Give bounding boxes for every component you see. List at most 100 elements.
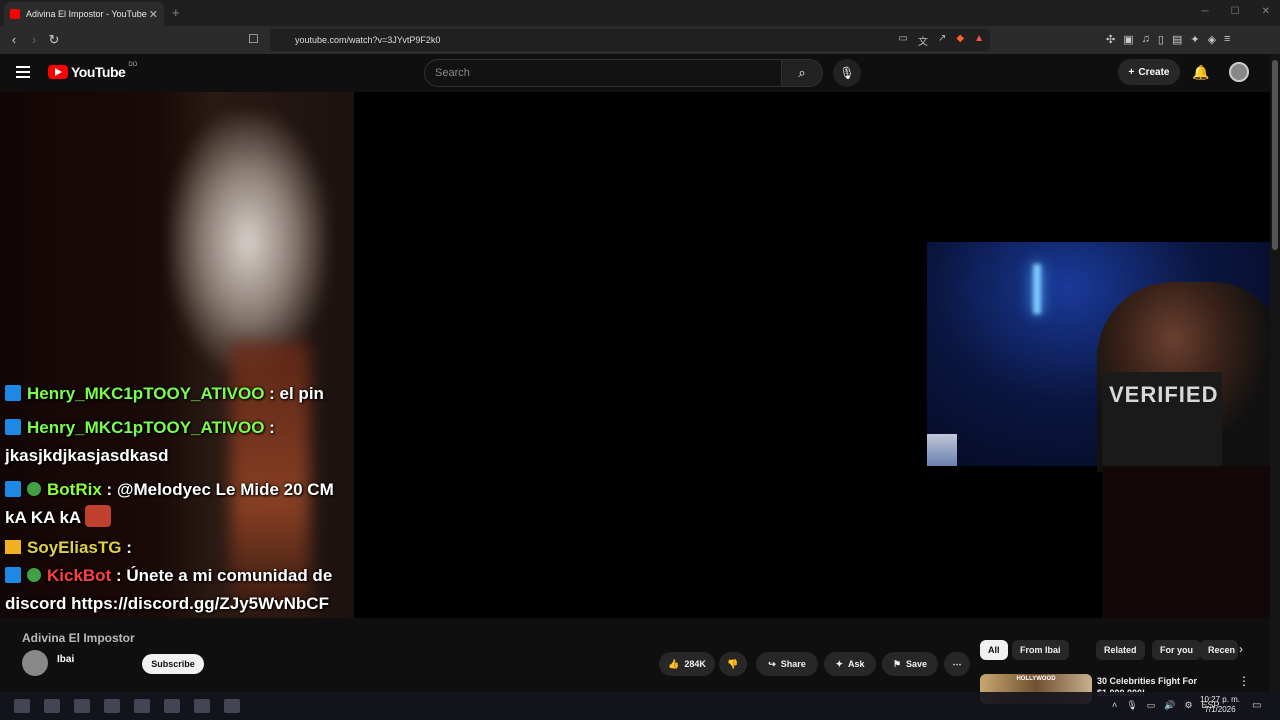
shield-icon[interactable]: ◆ [956,33,964,48]
like-count: 284K [684,659,706,669]
taskbar-clock[interactable]: 10:27 p. m. 7/1/2026 [1200,695,1240,715]
chevron-right-icon[interactable]: › [1239,642,1243,656]
minimize-button[interactable]: ─ [1202,6,1209,17]
like-button[interactable]: 👍 284K [659,652,715,676]
app-icon[interactable] [194,699,210,713]
music-icon[interactable]: ♫ [1142,33,1150,46]
app-icon[interactable] [134,699,150,713]
youtube-favicon-icon [10,9,20,19]
wallet-icon[interactable]: ▤ [1172,33,1182,46]
share-button[interactable]: ↪ Share [756,652,818,676]
address-bar[interactable]: youtube.com/watch?v=3JYvtP9F2k0 ▭ 文 ↗ ◆ … [270,29,990,51]
notifications-bell-icon[interactable]: 🔔 [1192,64,1209,81]
youtube-play-icon [48,65,68,79]
search-icon: ⌕ [798,65,806,80]
channel-avatar[interactable] [22,650,48,676]
chat-username: Henry_MKC1pTOOY_ATIVOO [27,384,265,403]
video-title: Adivina El Impostor [22,631,135,645]
verified-badge-icon [27,568,41,582]
cast-icon[interactable]: ▭ [899,33,908,48]
page-scrollbar[interactable] [1270,54,1280,720]
browser-taskbar-icon[interactable] [104,699,120,713]
new-tab-button[interactable]: + [172,5,180,20]
ai-icon[interactable]: ✦ [1190,33,1199,46]
chat-separator: : [264,384,280,403]
reload-icon[interactable]: ↻ [46,32,62,48]
bookmark-icon[interactable]: ☐ [248,32,259,46]
recommendation-more-icon[interactable]: ⋮ [1238,674,1250,688]
sparkle-icon: ✦ [835,658,844,669]
more-actions-button[interactable]: ⋯ [944,652,970,676]
scrollbar-thumb[interactable] [1272,60,1278,250]
save-label: Save [906,659,928,669]
create-label: Create [1138,66,1170,78]
chip-all[interactable]: All [980,640,1008,660]
create-button[interactable]: + Create [1118,59,1180,85]
sidebar-icon[interactable]: ▯ [1158,33,1164,46]
back-icon[interactable]: ‹ [6,32,22,47]
chip-related[interactable]: Related [1096,640,1145,660]
mic-tray-icon[interactable]: 🎙 [1126,700,1137,711]
tab-close-icon[interactable]: ✕ [149,8,158,21]
chat-message: KickBot : Únete a mi comunidad de discor… [0,562,360,618]
crown-badge-icon [5,540,21,554]
blurred-person [168,112,328,372]
extensions-area: ✣ ▣ ♫ ▯ ▤ ✦ ◈ ≡ [1106,33,1230,46]
voice-search-button[interactable]: 🎙 [833,59,861,87]
maximize-button[interactable]: ☐ [1231,6,1240,17]
forward-icon[interactable]: › [26,32,42,47]
chat-separator: : [111,566,127,585]
chat-separator: : [101,480,117,499]
save-button[interactable]: ⚑ Save [882,652,938,676]
verified-badge-icon [27,482,41,496]
account-avatar[interactable] [1229,62,1249,82]
rewards-icon[interactable]: ▲ [974,33,984,48]
network-icon[interactable]: ▭ [1147,700,1156,711]
app-icon[interactable] [224,699,240,713]
chevron-up-icon[interactable]: ˄ [1112,700,1117,711]
shirt-print: VERIFIED [1109,382,1219,407]
ask-button[interactable]: ✦ Ask [824,652,876,676]
filter-chips: All From Ibai Related For you Recen › [980,640,1250,660]
subscribe-button[interactable]: Subscribe [142,654,204,674]
chat-username: BotRix [47,480,102,499]
tab-youtube[interactable]: Adivina El Impostor - YouTube ✕ [4,2,164,26]
emote-icon [85,505,112,527]
channel-name[interactable]: Ibai [57,654,74,665]
bookmark-save-icon: ⚑ [892,658,902,669]
window-close-button[interactable]: ✕ [1262,6,1270,17]
chip-recent[interactable]: Recen [1200,640,1238,660]
chat-separator: : [264,418,275,437]
prime-badge-icon [5,385,21,401]
start-icon[interactable] [14,699,30,713]
files-icon[interactable] [74,699,90,713]
menu-icon[interactable]: ≡ [1224,33,1230,46]
vpn-icon[interactable]: ◈ [1208,33,1216,46]
led-light [1033,264,1041,314]
chip-for-you[interactable]: For you [1152,640,1201,660]
chat-separator: : [121,538,132,557]
search-button[interactable]: ⌕ [781,59,823,87]
app-icon[interactable] [164,699,180,713]
chip-from-ibai[interactable]: From Ibai [1012,640,1069,660]
chat-text: jkasjkdjkasjasdkasd [5,446,169,465]
dislike-button[interactable]: 👎 [719,652,747,676]
search-taskbar-icon[interactable] [44,699,60,713]
screenshot-icon[interactable]: ▣ [1123,33,1133,46]
youtube-header: YouTube DO Search ⌕ 🎙 + Create 🔔 [0,54,1270,92]
puzzle-icon[interactable]: ✣ [1106,33,1115,46]
os-taskbar: ˄ 🎙 ▭ 🔊 ⚙ ESP 10:27 p. m. 7/1/2026 ▭ [0,692,1280,720]
browser-toolbar: ‹ › ↻ ☐ youtube.com/watch?v=3JYvtP9F2k0 … [0,26,1280,54]
share-page-icon[interactable]: ↗ [938,33,946,48]
volume-icon[interactable]: 🔊 [1164,700,1175,711]
chat-username: Henry_MKC1pTOOY_ATIVOO [27,418,265,437]
youtube-logo[interactable]: YouTube DO [48,62,137,80]
settings-tray-icon[interactable]: ⚙ [1184,700,1192,711]
notification-icon[interactable]: ▭ [1252,700,1261,711]
chat-username: SoyEliasTG [27,538,122,557]
search-input[interactable]: Search [424,59,782,87]
share-icon: ↪ [768,658,776,669]
translate-icon[interactable]: 文 [918,33,928,48]
share-label: Share [780,659,806,669]
hamburger-menu-icon[interactable] [16,66,30,78]
